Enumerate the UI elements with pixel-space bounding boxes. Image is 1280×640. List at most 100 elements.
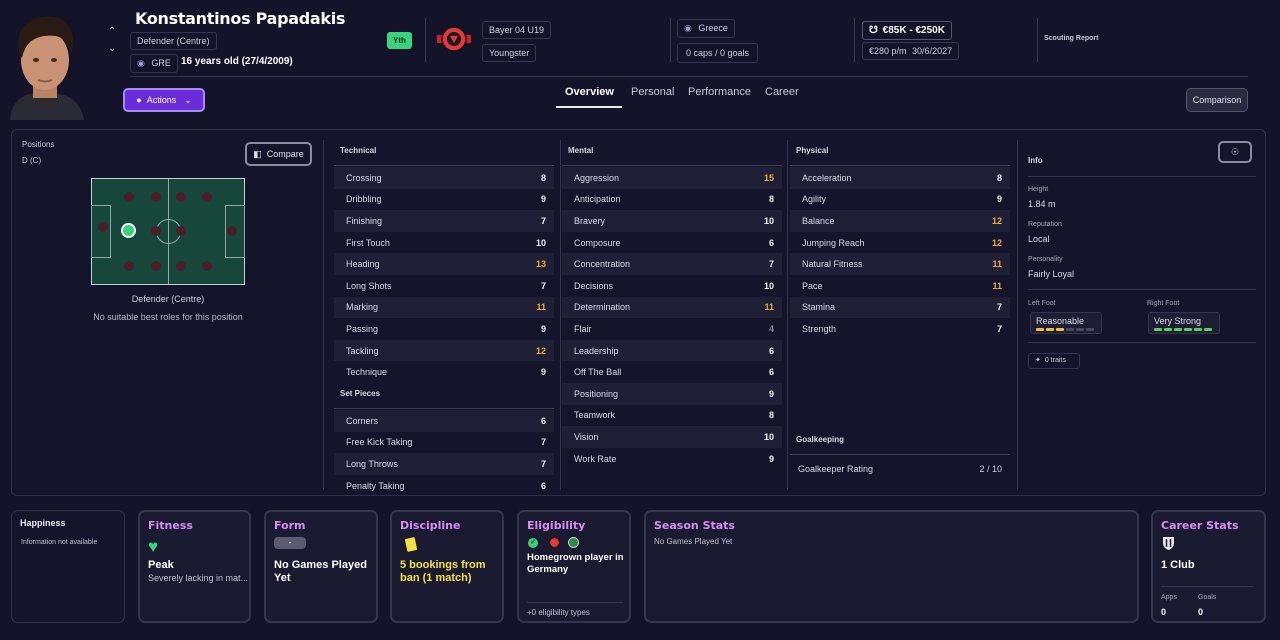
attribute-value: 9 bbox=[540, 323, 546, 334]
position-dot[interactable] bbox=[151, 261, 161, 271]
happiness-card[interactable]: Happiness Information not available bbox=[11, 510, 125, 623]
season-stats-card[interactable]: Season Stats No Games Played Yet bbox=[644, 510, 1139, 623]
discipline-card[interactable]: Discipline 5 bookings from ban (1 match) bbox=[390, 510, 504, 623]
fitness-title: Fitness bbox=[148, 519, 193, 532]
mental-title: Mental bbox=[562, 144, 782, 166]
attribute-row[interactable]: Long Throws 7 bbox=[334, 453, 554, 475]
value-range: €85K - €250K bbox=[882, 25, 945, 36]
attribute-value: 12 bbox=[991, 215, 1002, 226]
attribute-row[interactable]: Marking 11 bbox=[334, 296, 554, 319]
attribute-row[interactable]: Concentration 7 bbox=[562, 253, 782, 275]
position-dot[interactable] bbox=[124, 261, 134, 271]
attribute-row[interactable]: Vision 10 bbox=[562, 426, 782, 448]
club-crest-icon[interactable] bbox=[437, 24, 471, 54]
meter-segment bbox=[1174, 328, 1182, 331]
attribute-name: Vision bbox=[574, 431, 599, 442]
attribute-row[interactable]: Long Shots 7 bbox=[334, 275, 554, 297]
technical-column: Technical Crossing 8 Dribbling 9 Finishing… bbox=[334, 144, 554, 496]
tab-career[interactable]: Career bbox=[765, 86, 799, 98]
position-dot[interactable] bbox=[227, 226, 237, 236]
scouting-report-link[interactable]: Scouting Report bbox=[1044, 35, 1098, 42]
position-dot[interactable] bbox=[176, 261, 186, 271]
attribute-row[interactable]: Composure 6 bbox=[562, 232, 782, 254]
attribute-row[interactable]: Stamina 7 bbox=[790, 296, 1010, 319]
attribute-name: Balance bbox=[802, 215, 835, 226]
attribute-row[interactable]: Technique 9 bbox=[334, 361, 554, 383]
attribute-row[interactable]: Flair 4 bbox=[562, 318, 782, 340]
attribute-value: 6 bbox=[768, 237, 774, 248]
wage-text: €280 p/m bbox=[869, 46, 907, 56]
attribute-row[interactable]: Determination 11 bbox=[562, 296, 782, 319]
attribute-row[interactable]: Tackling 12 bbox=[334, 339, 554, 362]
attribute-row[interactable]: Jumping Reach 12 bbox=[790, 232, 1010, 254]
nation-pill[interactable]: ◉ Greece bbox=[677, 19, 735, 38]
club-name-pill[interactable]: Bayer 04 U19 bbox=[482, 21, 552, 39]
attribute-row[interactable]: Teamwork 8 bbox=[562, 405, 782, 427]
comparison-button[interactable]: Comparison bbox=[1186, 88, 1248, 112]
attribute-value: 11 bbox=[992, 280, 1002, 291]
attribute-row[interactable]: Corners 6 bbox=[334, 409, 554, 432]
position-dot[interactable] bbox=[202, 261, 212, 271]
attribute-row[interactable]: Positioning 9 bbox=[562, 382, 782, 405]
reputation-label: Reputation bbox=[1028, 221, 1062, 228]
fitness-card[interactable]: Fitness ♥ Peak Severely lacking in mat..… bbox=[138, 510, 251, 623]
player-name: Konstantinos Papadakis bbox=[135, 9, 346, 28]
tab-personal[interactable]: Personal bbox=[631, 86, 674, 98]
attribute-row[interactable]: Penalty Taking 6 bbox=[334, 475, 554, 497]
attribute-row[interactable]: Aggression 15 bbox=[562, 167, 782, 189]
attribute-row[interactable]: Work Rate 9 bbox=[562, 448, 782, 470]
attribute-row[interactable]: Passing 9 bbox=[334, 318, 554, 340]
career-stats-card[interactable]: Career Stats 1 Club Apps 0 Goals 0 bbox=[1151, 510, 1266, 623]
attribute-row[interactable]: Dribbling 9 bbox=[334, 189, 554, 211]
position-dot[interactable] bbox=[202, 192, 212, 202]
current-position: D (C) bbox=[22, 156, 42, 165]
form-badge: - bbox=[274, 537, 306, 549]
panel-divider bbox=[560, 140, 561, 490]
attribute-row[interactable]: Leadership 6 bbox=[562, 339, 782, 362]
attribute-value: 8 bbox=[540, 172, 546, 183]
attribute-row[interactable]: Off The Ball 6 bbox=[562, 361, 782, 383]
attribute-row[interactable]: Pace 11 bbox=[790, 275, 1010, 297]
previous-player-button[interactable]: ⌃ bbox=[108, 26, 116, 37]
position-dot[interactable] bbox=[176, 226, 186, 236]
position-dot-selected[interactable] bbox=[121, 223, 136, 238]
attribute-value: 9 bbox=[996, 194, 1002, 205]
traits-button[interactable]: ✦ 0 traits bbox=[1028, 353, 1080, 369]
attribute-row[interactable]: Balance 12 bbox=[790, 210, 1010, 232]
form-card[interactable]: Form - No Games Played Yet bbox=[264, 510, 378, 623]
attribute-row[interactable]: Natural Fitness 11 bbox=[790, 253, 1010, 275]
attribute-row[interactable]: Heading 13 bbox=[334, 253, 554, 275]
info-divider bbox=[1028, 289, 1256, 290]
position-dot[interactable] bbox=[176, 192, 186, 202]
compare-button[interactable]: ◧ Compare bbox=[245, 142, 312, 166]
attribute-row[interactable]: Strength 7 bbox=[790, 318, 1010, 340]
position-dot[interactable] bbox=[98, 222, 108, 232]
attribute-row[interactable]: Decisions 10 bbox=[562, 275, 782, 297]
info-settings-button[interactable]: ☉ bbox=[1218, 141, 1252, 163]
attribute-row[interactable]: Free Kick Taking 7 bbox=[334, 432, 554, 454]
panel-divider bbox=[787, 140, 788, 490]
tab-performance[interactable]: Performance bbox=[688, 86, 751, 98]
attribute-row[interactable]: First Touch 10 bbox=[334, 232, 554, 254]
actions-button[interactable]: ● Actions ⌄ bbox=[123, 88, 205, 112]
attribute-row[interactable]: Agility 9 bbox=[790, 189, 1010, 211]
next-player-button[interactable]: ⌄ bbox=[108, 43, 116, 54]
goalkeeper-rating-row[interactable]: Goalkeeper Rating 2 / 10 bbox=[790, 458, 1010, 480]
goalkeeper-rating-label: Goalkeeper Rating bbox=[798, 463, 874, 474]
tab-overview[interactable]: Overview bbox=[565, 86, 614, 98]
position-dot[interactable] bbox=[151, 226, 161, 236]
goals-value: 0 bbox=[1198, 607, 1204, 617]
position-dot[interactable] bbox=[124, 192, 134, 202]
attribute-row[interactable]: Anticipation 8 bbox=[562, 189, 782, 211]
attribute-row[interactable]: Bravery 10 bbox=[562, 210, 782, 232]
nationality-pill: ◉ GRE bbox=[130, 54, 178, 73]
eligibility-card[interactable]: Eligibility ✓ Homegrown player in German… bbox=[517, 510, 631, 623]
attribute-row[interactable]: Crossing 8 bbox=[334, 167, 554, 189]
attribute-row[interactable]: Finishing 7 bbox=[334, 210, 554, 232]
right-foot-value: Very Strong bbox=[1154, 316, 1202, 326]
reputation-value: Local bbox=[1028, 234, 1050, 244]
position-dot[interactable] bbox=[151, 192, 161, 202]
attribute-row[interactable]: Acceleration 8 bbox=[790, 167, 1010, 189]
attribute-value: 10 bbox=[535, 237, 546, 248]
check-icon: ✓ bbox=[528, 538, 538, 548]
